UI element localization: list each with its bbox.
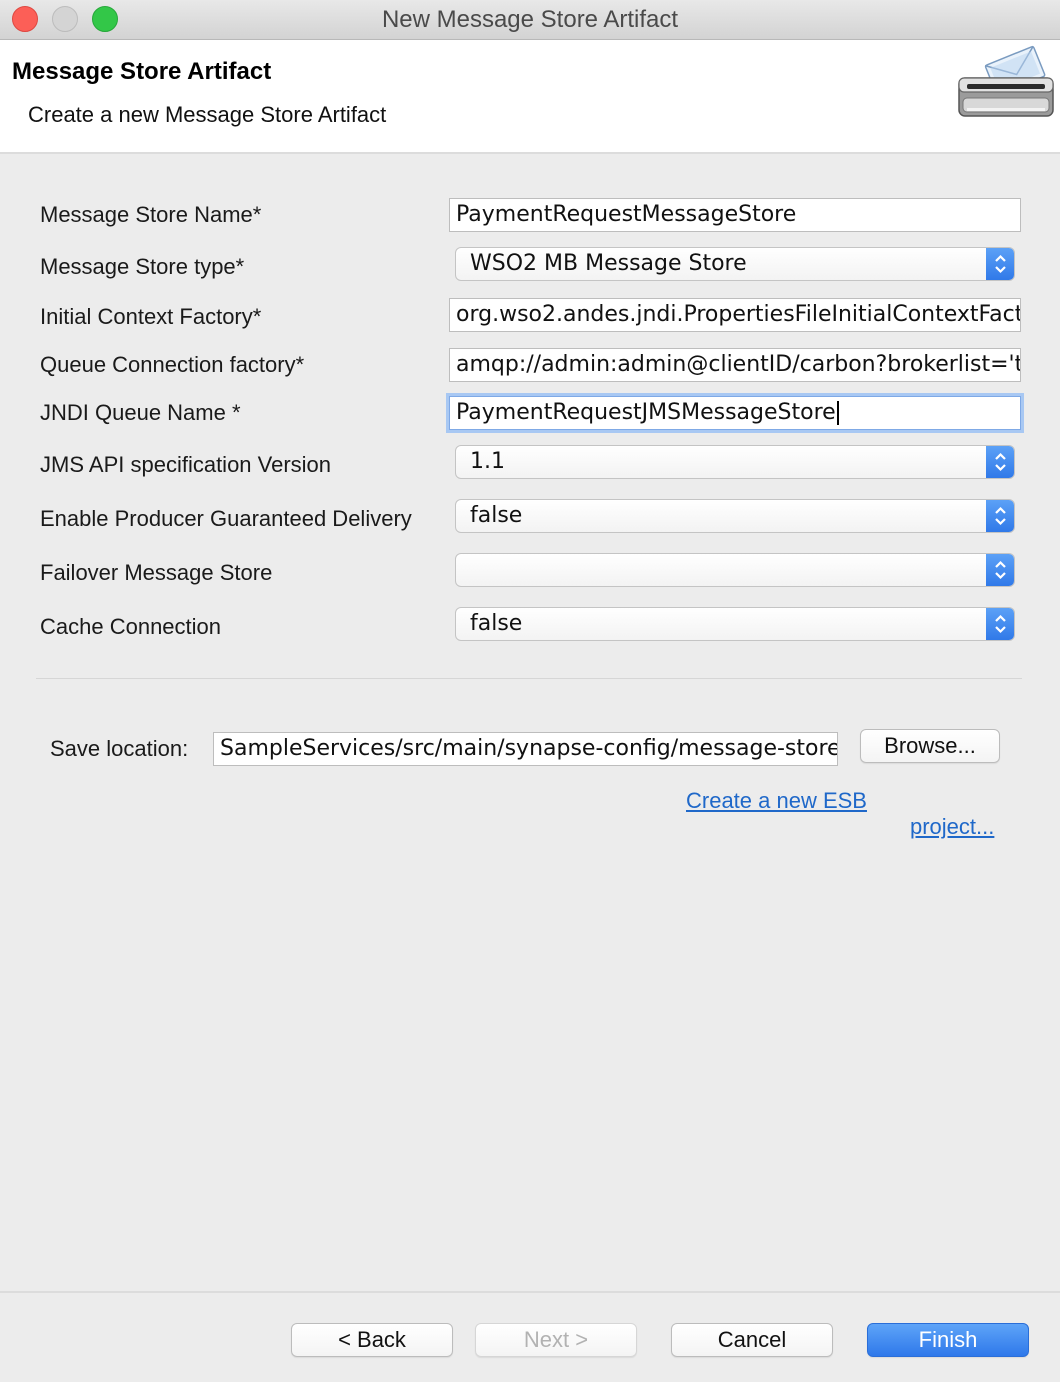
chevron-updown-icon xyxy=(986,554,1014,586)
footer-divider xyxy=(0,1291,1060,1293)
store-type-select[interactable]: WSO2 MB Message Store xyxy=(455,247,1015,281)
page-description: Create a new Message Store Artifact xyxy=(28,102,387,127)
window-titlebar: New Message Store Artifact xyxy=(0,0,1060,40)
jms-api-version-value: 1.1 xyxy=(470,449,505,474)
next-button[interactable]: Next > xyxy=(475,1323,637,1357)
chevron-updown-icon xyxy=(986,500,1014,532)
failover-store-label: Failover Message Store xyxy=(40,560,273,585)
queue-connection-factory-label: Queue Connection factory* xyxy=(40,352,305,377)
failover-store-select[interactable] xyxy=(455,553,1015,587)
jndi-queue-name-value: PaymentRequestJMSMessageStore xyxy=(456,400,836,425)
create-esb-project-link[interactable]: Create a new ESB xyxy=(686,788,867,814)
queue-connection-factory-field[interactable]: amqp://admin:admin@clientID/carbon?broke… xyxy=(449,348,1021,382)
jndi-queue-name-label: JNDI Queue Name * xyxy=(40,400,241,425)
producer-guaranteed-delivery-label: Enable Producer Guaranteed Delivery xyxy=(40,506,412,531)
save-location-field[interactable]: SampleServices/src/main/synapse-config/m… xyxy=(213,732,838,766)
initial-context-factory-label: Initial Context Factory* xyxy=(40,304,262,329)
jms-api-version-label: JMS API specification Version xyxy=(40,452,332,477)
store-type-value: WSO2 MB Message Store xyxy=(470,251,747,276)
store-type-label: Message Store type* xyxy=(40,254,245,279)
back-button[interactable]: < Back xyxy=(291,1323,453,1357)
cache-connection-select[interactable]: false xyxy=(455,607,1015,641)
cache-connection-value: false xyxy=(470,611,523,636)
page-title: Message Store Artifact xyxy=(12,58,272,85)
chevron-updown-icon xyxy=(986,248,1014,280)
cache-connection-label: Cache Connection xyxy=(40,614,222,639)
chevron-updown-icon xyxy=(986,608,1014,640)
store-name-field[interactable]: PaymentRequestMessageStore xyxy=(449,198,1021,232)
browse-button[interactable]: Browse... xyxy=(860,729,1000,763)
wizard-header: Message Store Artifact Create a new Mess… xyxy=(0,40,1060,154)
chevron-updown-icon xyxy=(986,446,1014,478)
cancel-button[interactable]: Cancel xyxy=(671,1323,833,1357)
store-name-label: Message Store Name* xyxy=(40,202,262,227)
jms-api-version-select[interactable]: 1.1 xyxy=(455,445,1015,479)
jndi-queue-name-field[interactable]: PaymentRequestJMSMessageStore xyxy=(449,396,1021,430)
finish-button[interactable]: Finish xyxy=(867,1323,1029,1357)
save-location-label: Save location: xyxy=(50,736,189,761)
create-esb-project-link-continued[interactable]: project... xyxy=(910,814,994,840)
producer-guaranteed-delivery-value: false xyxy=(470,503,523,528)
section-divider xyxy=(36,678,1022,679)
text-caret xyxy=(836,401,839,425)
window-title: New Message Store Artifact xyxy=(381,6,679,33)
producer-guaranteed-delivery-select[interactable]: false xyxy=(455,499,1015,533)
initial-context-factory-field[interactable]: org.wso2.andes.jndi.PropertiesFileInitia… xyxy=(449,298,1021,332)
message-store-icon xyxy=(955,42,1055,122)
